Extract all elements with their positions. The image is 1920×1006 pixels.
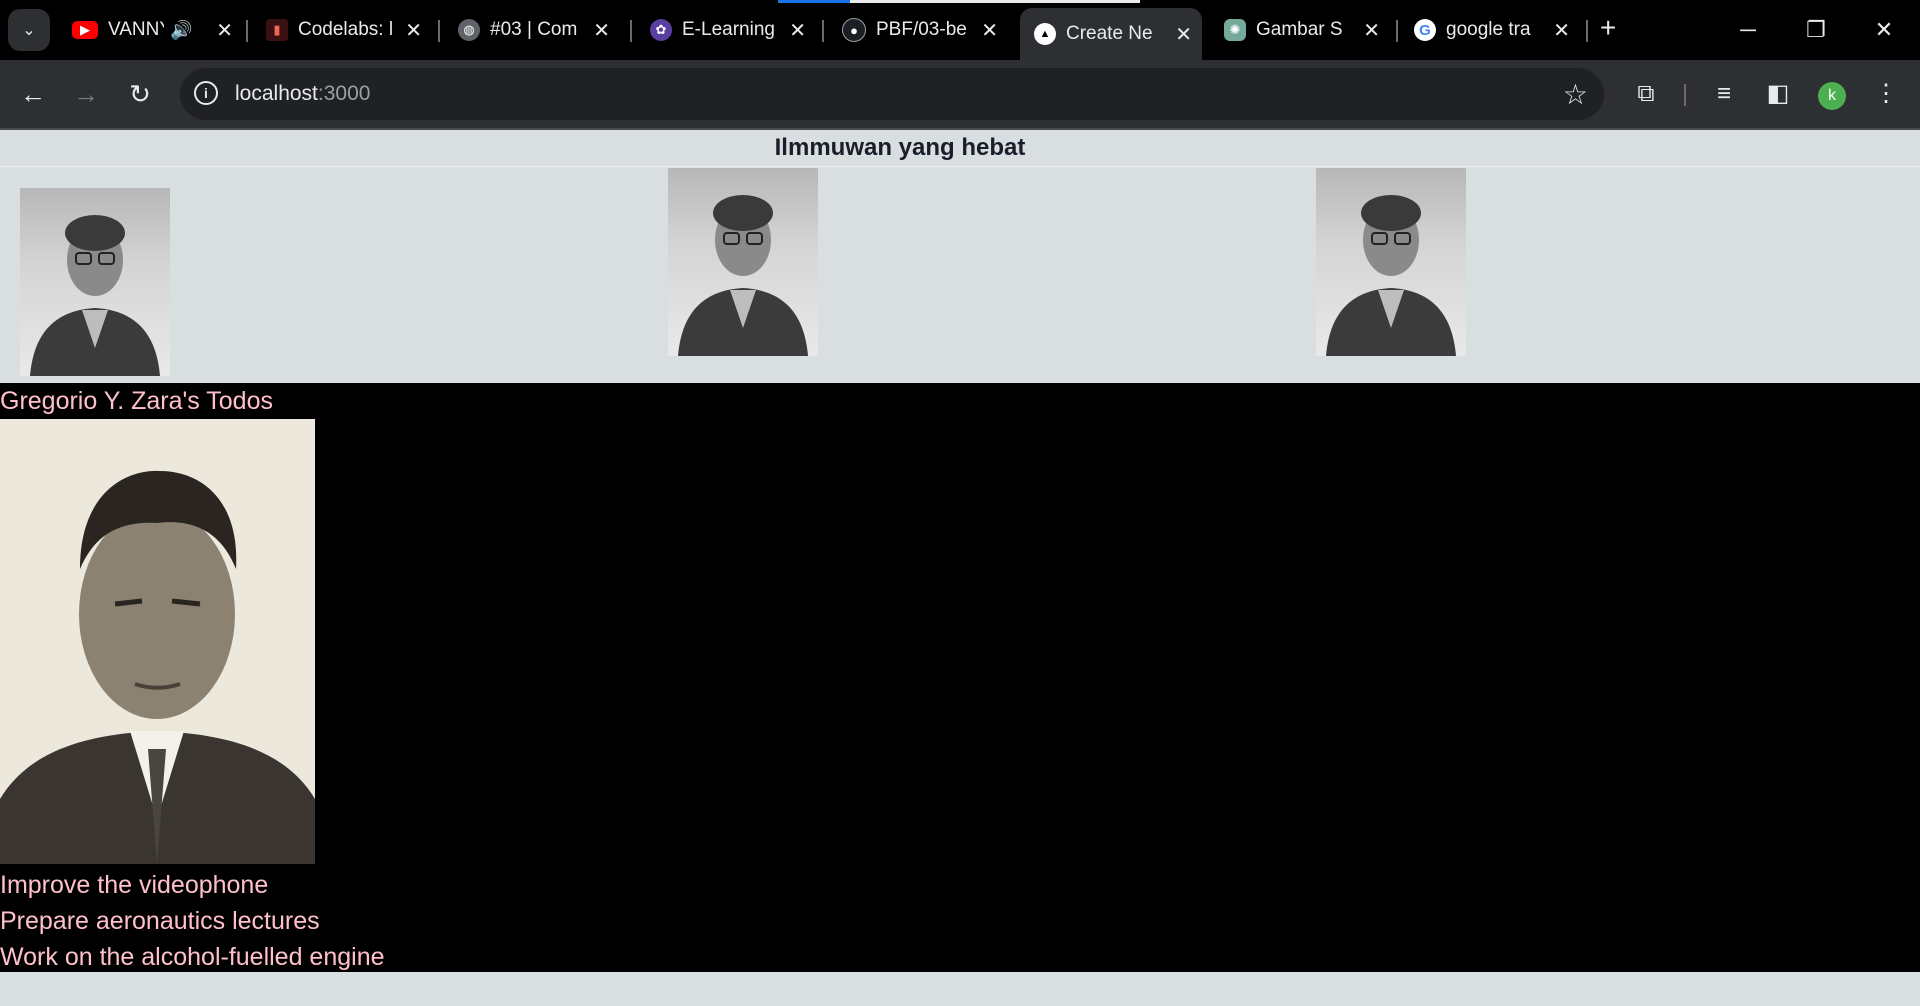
portrait-image [678,195,808,356]
tab-title: PBF/03-be [876,19,967,40]
codelabs-icon: ▮ [266,19,288,41]
tab-separator [246,20,248,42]
tab-gambar[interactable]: ✺ Gambar S ✕ [1210,8,1390,52]
arrow-left-icon: ← [20,79,46,109]
extensions-icon[interactable]: ⧉ [1630,78,1662,110]
todo-list: Improve the videophone Prepare aeronauti… [0,867,385,975]
close-tab-icon[interactable]: ✕ [1363,18,1380,43]
url-host: localhost [235,82,318,105]
portrait-image [30,215,160,376]
toolbar-separator [1684,84,1686,106]
plus-icon: + [1600,12,1617,43]
close-tab-icon[interactable]: ✕ [789,18,806,43]
close-tab-icon[interactable]: ✕ [593,18,610,43]
address-bar[interactable]: i localhost:3000 ☆ [180,68,1604,120]
profile-avatar[interactable]: k [1818,82,1846,110]
tab-separator [630,20,632,42]
minimize-button[interactable]: ─ [1718,10,1778,50]
tab-create-next-app[interactable]: ▲ Create Ne ✕ [1020,8,1202,60]
site-info-icon[interactable]: i [194,81,218,105]
scientist-portrait [1316,168,1466,356]
globe-icon: ◍ [458,19,480,41]
portrait-image [0,419,315,864]
new-tab-button[interactable]: + [1600,12,1616,44]
portrait-image [1326,195,1456,356]
browser-toolbar: ← → ↻ i localhost:3000 ☆ ⧉ ≡ ◧ k ⋮ [0,60,1920,128]
url-text[interactable]: localhost:3000 [235,82,370,106]
zara-portrait [0,419,315,864]
loading-bar [778,0,850,3]
bookmark-star-icon[interactable]: ☆ [1563,78,1588,111]
close-icon: ✕ [1874,17,1894,42]
tab-google-translate[interactable]: G google tra ✕ [1400,8,1580,52]
restore-icon: ❐ [1806,17,1826,42]
more-menu-icon[interactable]: ⋮ [1870,78,1902,110]
media-controls-icon[interactable]: ≡ [1708,78,1740,110]
reload-icon: ↻ [129,79,151,109]
tab-separator [438,20,440,42]
tab-elearning[interactable]: ✿ E-Learning ✕ [636,8,816,52]
tab-separator [822,20,824,42]
gallery-heading: Ilmmuwan yang hebat [774,134,1026,161]
todo-item: Work on the alcohol-fuelled engine [0,943,385,971]
tab-title: Create Ne [1066,23,1153,44]
tab-title: google tra [1446,19,1531,40]
tab-comp[interactable]: ◍ #03 | Com ✕ [444,8,620,52]
youtube-icon: ▶ [72,21,98,39]
close-tab-icon[interactable]: ✕ [1553,18,1570,43]
tab-vanny[interactable]: ▶ VANNY 🔊 ✕ [58,8,243,52]
tab-title: E-Learning [682,19,775,40]
tab-github[interactable]: ● PBF/03-be ✕ [828,8,1008,52]
nextjs-icon: ▲ [1034,23,1056,45]
close-window-button[interactable]: ✕ [1854,10,1914,50]
tab-title: Gambar S [1256,19,1343,40]
close-tab-icon[interactable]: ✕ [1175,22,1192,47]
todo-title: Gregorio Y. Zara's Todos [0,387,273,415]
tab-separator [1586,20,1588,42]
tab-strip: ⌄ ▶ VANNY 🔊 ✕ ▮ Codelabs: l ✕ ◍ #03 | Co… [0,0,1920,60]
forward-button[interactable]: → [68,76,104,112]
tab-title: VANNY [108,19,164,40]
page-content: Ilmmuwan yang hebat Gregorio Y. Zara's T… [0,130,1920,1006]
tab-title: Codelabs: l [298,19,394,40]
tab-codelabs[interactable]: ▮ Codelabs: l ✕ [252,8,432,52]
todo-item: Prepare aeronautics lectures [0,907,320,935]
tab-search-button[interactable]: ⌄ [8,9,50,51]
url-port: :3000 [317,82,371,105]
minimize-icon: ─ [1740,17,1756,42]
university-icon: ✿ [650,19,672,41]
side-panel-icon[interactable]: ◧ [1762,78,1794,110]
reload-button[interactable]: ↻ [122,76,158,112]
chatgpt-icon: ✺ [1224,19,1246,41]
back-button[interactable]: ← [15,76,51,112]
chevron-down-icon: ⌄ [22,22,36,39]
close-tab-icon[interactable]: ✕ [216,18,233,43]
tab-title: #03 | Com [490,19,578,40]
google-icon: G [1414,19,1436,41]
todo-item: Improve the videophone [0,871,269,899]
github-icon: ● [842,18,866,42]
scientist-portrait [668,168,818,356]
todo-section: Gregorio Y. Zara's Todos Improve the vid… [0,383,1920,972]
loading-bar-track [850,0,1140,3]
arrow-right-icon: → [73,79,99,109]
close-tab-icon[interactable]: ✕ [405,18,422,43]
close-tab-icon[interactable]: ✕ [981,18,998,43]
heading-divider [0,166,1920,167]
restore-button[interactable]: ❐ [1786,10,1846,50]
tab-separator [1396,20,1398,42]
speaker-icon[interactable]: 🔊 [170,20,192,41]
scientist-portrait [20,188,170,376]
